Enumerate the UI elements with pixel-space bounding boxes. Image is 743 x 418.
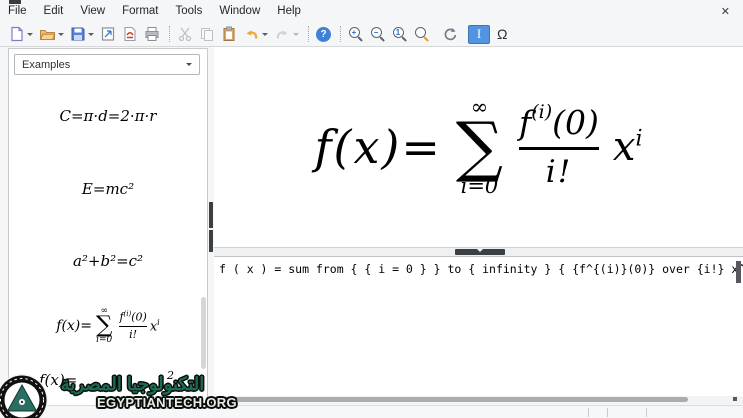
- new-dropdown-caret[interactable]: [27, 32, 33, 36]
- zoom-page-icon: [414, 26, 430, 42]
- menu-format[interactable]: Format: [122, 3, 166, 19]
- chevron-down-icon: [186, 63, 192, 66]
- print-button[interactable]: [142, 25, 162, 43]
- menu-tools[interactable]: Tools: [176, 3, 211, 19]
- elements-category-dropdown[interactable]: Examples: [14, 54, 200, 75]
- formula-markup-text[interactable]: f ( x ) = sum from { { i = 0 } } to { in…: [219, 262, 743, 276]
- zoom-out-button[interactable]: −: [368, 25, 388, 43]
- menu-edit[interactable]: Edit: [44, 3, 72, 19]
- zoom-in-button[interactable]: +: [346, 25, 366, 43]
- panel-splitter-handle[interactable]: [209, 230, 213, 252]
- help-button[interactable]: ?: [314, 26, 333, 43]
- menu-help[interactable]: Help: [277, 3, 309, 19]
- formula-f: f: [314, 120, 334, 174]
- watermark-arabic-text: التكنولوجيا المصرية: [60, 374, 205, 394]
- dropdown-value: Examples: [22, 58, 71, 71]
- export-button[interactable]: [98, 25, 118, 43]
- export-pdf-icon: [124, 26, 136, 42]
- open-button[interactable]: [37, 25, 66, 43]
- zoom-100-button[interactable]: 1: [390, 25, 410, 43]
- save-dropdown-caret[interactable]: [88, 32, 94, 36]
- status-divider: [646, 408, 647, 417]
- numerator: f(i)(0): [519, 101, 599, 143]
- example-pythagoras-formula[interactable]: a²+b²=c²: [9, 252, 207, 270]
- example-energy-formula[interactable]: E=mc²: [9, 180, 207, 198]
- x-power-term: xi: [612, 124, 643, 170]
- status-divider: [607, 408, 608, 417]
- paste-button[interactable]: [219, 25, 239, 43]
- toolbar-separator: [340, 26, 341, 42]
- toolbar-separator: [169, 26, 170, 42]
- chevron-down-icon: [477, 249, 483, 252]
- command-hscrollbar[interactable]: [214, 396, 743, 404]
- help-icon: ?: [316, 26, 331, 42]
- symbols-catalogue-button[interactable]: Ω: [494, 26, 510, 42]
- cut-button: [175, 25, 195, 43]
- window-icon: [9, 0, 21, 4]
- denominator: i!: [545, 153, 573, 190]
- cut-icon: [178, 27, 192, 42]
- paste-icon: [223, 26, 235, 41]
- save-icon: [71, 27, 85, 41]
- formula-args: (x)=: [333, 120, 442, 174]
- elements-panel: Examples C=π·d=2·π·r E=mc² a²+b²=c² f(x)…: [8, 48, 208, 418]
- zoom-in-icon: +: [348, 26, 364, 42]
- print-icon: [145, 27, 159, 41]
- export-pdf-button[interactable]: [120, 25, 140, 43]
- watermark-site-text: EGYPTIANTECH.ORG: [97, 395, 237, 410]
- command-editor[interactable]: f ( x ) = sum from { { i = 0 } } to { in…: [214, 256, 743, 396]
- menu-file[interactable]: File: [8, 3, 35, 19]
- copy-button: [197, 25, 217, 43]
- export-icon: [101, 27, 115, 41]
- status-divider: [588, 408, 589, 417]
- redo-dropdown-caret: [293, 32, 299, 36]
- zoom-out-icon: −: [370, 26, 386, 42]
- copy-icon: [201, 28, 213, 41]
- watermark: التكنولوجيا المصرية EGYPTIANTECH.ORG: [0, 370, 237, 418]
- sum-symbol: ∑: [455, 107, 504, 185]
- fraction: f(i)(0) i!: [519, 99, 599, 194]
- refresh-icon: [444, 28, 457, 41]
- zoom-page-button[interactable]: [412, 25, 432, 43]
- zoom-100-icon: 1: [392, 26, 408, 42]
- formula-cursor-button[interactable]: I: [466, 24, 492, 45]
- panel-splitter-handle[interactable]: [209, 202, 213, 228]
- command-hscrollbar-thumb[interactable]: [214, 397, 688, 402]
- math-editor-window: File Edit View Format Tools Window Help …: [0, 0, 743, 418]
- menubar: File Edit View Format Tools Window Help …: [0, 0, 743, 22]
- open-dropdown-caret[interactable]: [58, 32, 64, 36]
- new-formula-button[interactable]: [7, 25, 35, 43]
- redo-icon: [276, 30, 288, 39]
- text-cursor-icon: I: [468, 24, 490, 44]
- new-formula-icon: [11, 26, 23, 42]
- menu-view[interactable]: View: [80, 3, 113, 19]
- toolbar: ? + − 1 I Ω: [0, 22, 743, 47]
- view-command-splitter[interactable]: [214, 247, 743, 256]
- save-button[interactable]: [68, 25, 96, 43]
- formula-view[interactable]: f(x)= ∞ ∑ i=0 f(i)(0) i! xi: [214, 47, 743, 247]
- sum-lower-limit: i=0: [460, 174, 499, 199]
- close-button[interactable]: ✕: [717, 3, 734, 20]
- undo-button[interactable]: [241, 25, 270, 43]
- undo-dropdown-caret[interactable]: [262, 32, 268, 36]
- sidebar-scrollbar-thumb[interactable]: [201, 297, 206, 369]
- open-folder-icon: [39, 30, 56, 40]
- egyptiantech-logo: [0, 374, 48, 418]
- command-vscrollbar-thumb[interactable]: [736, 261, 741, 283]
- example-circle-formula[interactable]: C=π·d=2·π·r: [9, 107, 207, 125]
- rendered-formula: f(x)= ∞ ∑ i=0 f(i)(0) i! xi: [214, 47, 743, 247]
- toolbar-separator: [308, 26, 309, 42]
- refresh-button[interactable]: [440, 25, 460, 43]
- splitter-collapse-handle[interactable]: [455, 249, 505, 255]
- sum-symbol: ∑: [96, 312, 113, 338]
- example-taylor-formula[interactable]: f(x)= ∞ ∑ i=0 f(i)(0) i! xi: [9, 307, 207, 345]
- scrollbar-button[interactable]: [733, 397, 737, 401]
- undo-icon: [246, 30, 258, 39]
- redo-button: [272, 25, 301, 43]
- menu-window[interactable]: Window: [219, 3, 268, 19]
